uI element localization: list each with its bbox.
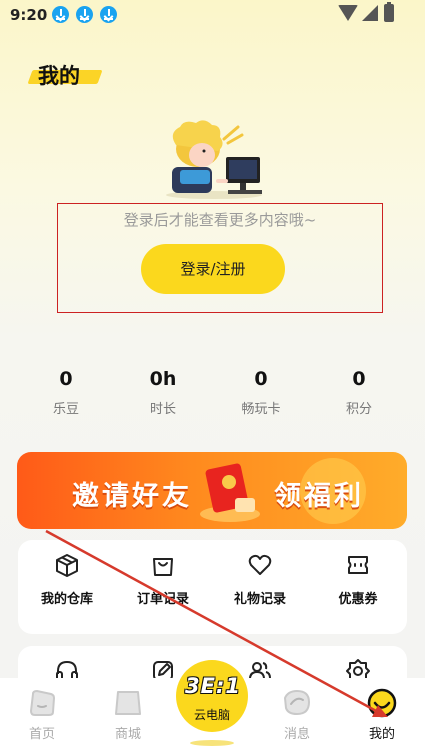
stat-pass-card[interactable]: 0 畅玩卡 — [221, 368, 301, 417]
center-tab-shadow — [190, 740, 234, 746]
download-icon — [100, 6, 117, 23]
tab-label: 消息 — [283, 727, 310, 742]
tab-label: 商城 — [114, 727, 141, 742]
profile-icon — [367, 688, 397, 718]
tab-profile[interactable]: 我的 — [352, 688, 412, 742]
stat-label: 畅玩卡 — [241, 402, 281, 417]
download-icon — [76, 6, 93, 23]
heart-icon — [248, 554, 272, 575]
signal-icon — [362, 5, 378, 21]
stat-label: 积分 — [345, 402, 372, 417]
stat-label: 乐豆 — [52, 402, 79, 417]
menu-label: 订单记录 — [136, 592, 189, 607]
red-envelope-icon — [200, 463, 260, 522]
coupon-icon — [348, 556, 368, 574]
tab-mall[interactable]: 商城 — [98, 688, 158, 742]
login-prompt: 登录后才能查看更多内容哦~ — [123, 211, 317, 229]
stat-label: 时长 — [149, 402, 176, 417]
page-title: 我的 — [38, 64, 80, 88]
battery-icon — [384, 2, 394, 22]
avatar-illustration — [166, 120, 262, 199]
box-icon — [56, 554, 78, 577]
stat-ledou[interactable]: 0 乐豆 — [26, 368, 106, 417]
stat-value: 0h — [149, 368, 177, 390]
menu-item-orders[interactable]: 订单记录 — [118, 552, 208, 607]
stat-value: 0 — [254, 368, 268, 390]
banner-text-left: 邀请好友 — [72, 481, 192, 512]
banner-text-right: 领福利 — [274, 481, 364, 512]
stat-duration[interactable]: 0h 时长 — [123, 368, 203, 417]
tab-label: 云电脑 — [193, 708, 230, 722]
tab-messages[interactable]: 消息 — [267, 688, 327, 742]
message-icon — [283, 689, 311, 716]
cloud-pc-logo: 3E:1 — [185, 674, 241, 698]
menu-card: 我的仓库 订单记录 礼物记录 优惠券 — [18, 540, 407, 634]
menu-item-warehouse[interactable]: 我的仓库 — [22, 552, 112, 607]
stat-points[interactable]: 0 积分 — [319, 368, 399, 417]
stat-value: 0 — [59, 368, 73, 390]
download-icon — [52, 6, 69, 23]
bag-icon — [153, 558, 173, 576]
menu-label: 优惠券 — [338, 592, 378, 607]
status-time: 9:20 — [10, 6, 48, 24]
tab-label: 我的 — [368, 727, 395, 742]
menu-label: 我的仓库 — [40, 592, 93, 607]
invite-banner[interactable]: 邀请好友 领福利 — [17, 452, 407, 529]
mall-icon — [115, 691, 141, 715]
login-register-button[interactable]: 登录/注册 — [141, 244, 285, 294]
wifi-icon — [338, 5, 358, 21]
tab-cloud-pc[interactable]: 3E:1 云电脑 — [176, 660, 248, 732]
menu-label: 礼物记录 — [233, 592, 286, 607]
login-panel: 登录后才能查看更多内容哦~ 登录/注册 — [57, 203, 383, 313]
stat-value: 0 — [352, 368, 366, 390]
home-icon — [29, 689, 56, 716]
stats-row: 0 乐豆 0h 时长 0 畅玩卡 0 积分 — [0, 368, 425, 428]
status-bar: 9:20 — [0, 0, 425, 30]
menu-item-gifts[interactable]: 礼物记录 — [215, 552, 305, 607]
tab-label: 首页 — [28, 727, 55, 742]
menu-item-coupons[interactable]: 优惠券 — [313, 552, 403, 607]
tab-home[interactable]: 首页 — [12, 688, 72, 742]
